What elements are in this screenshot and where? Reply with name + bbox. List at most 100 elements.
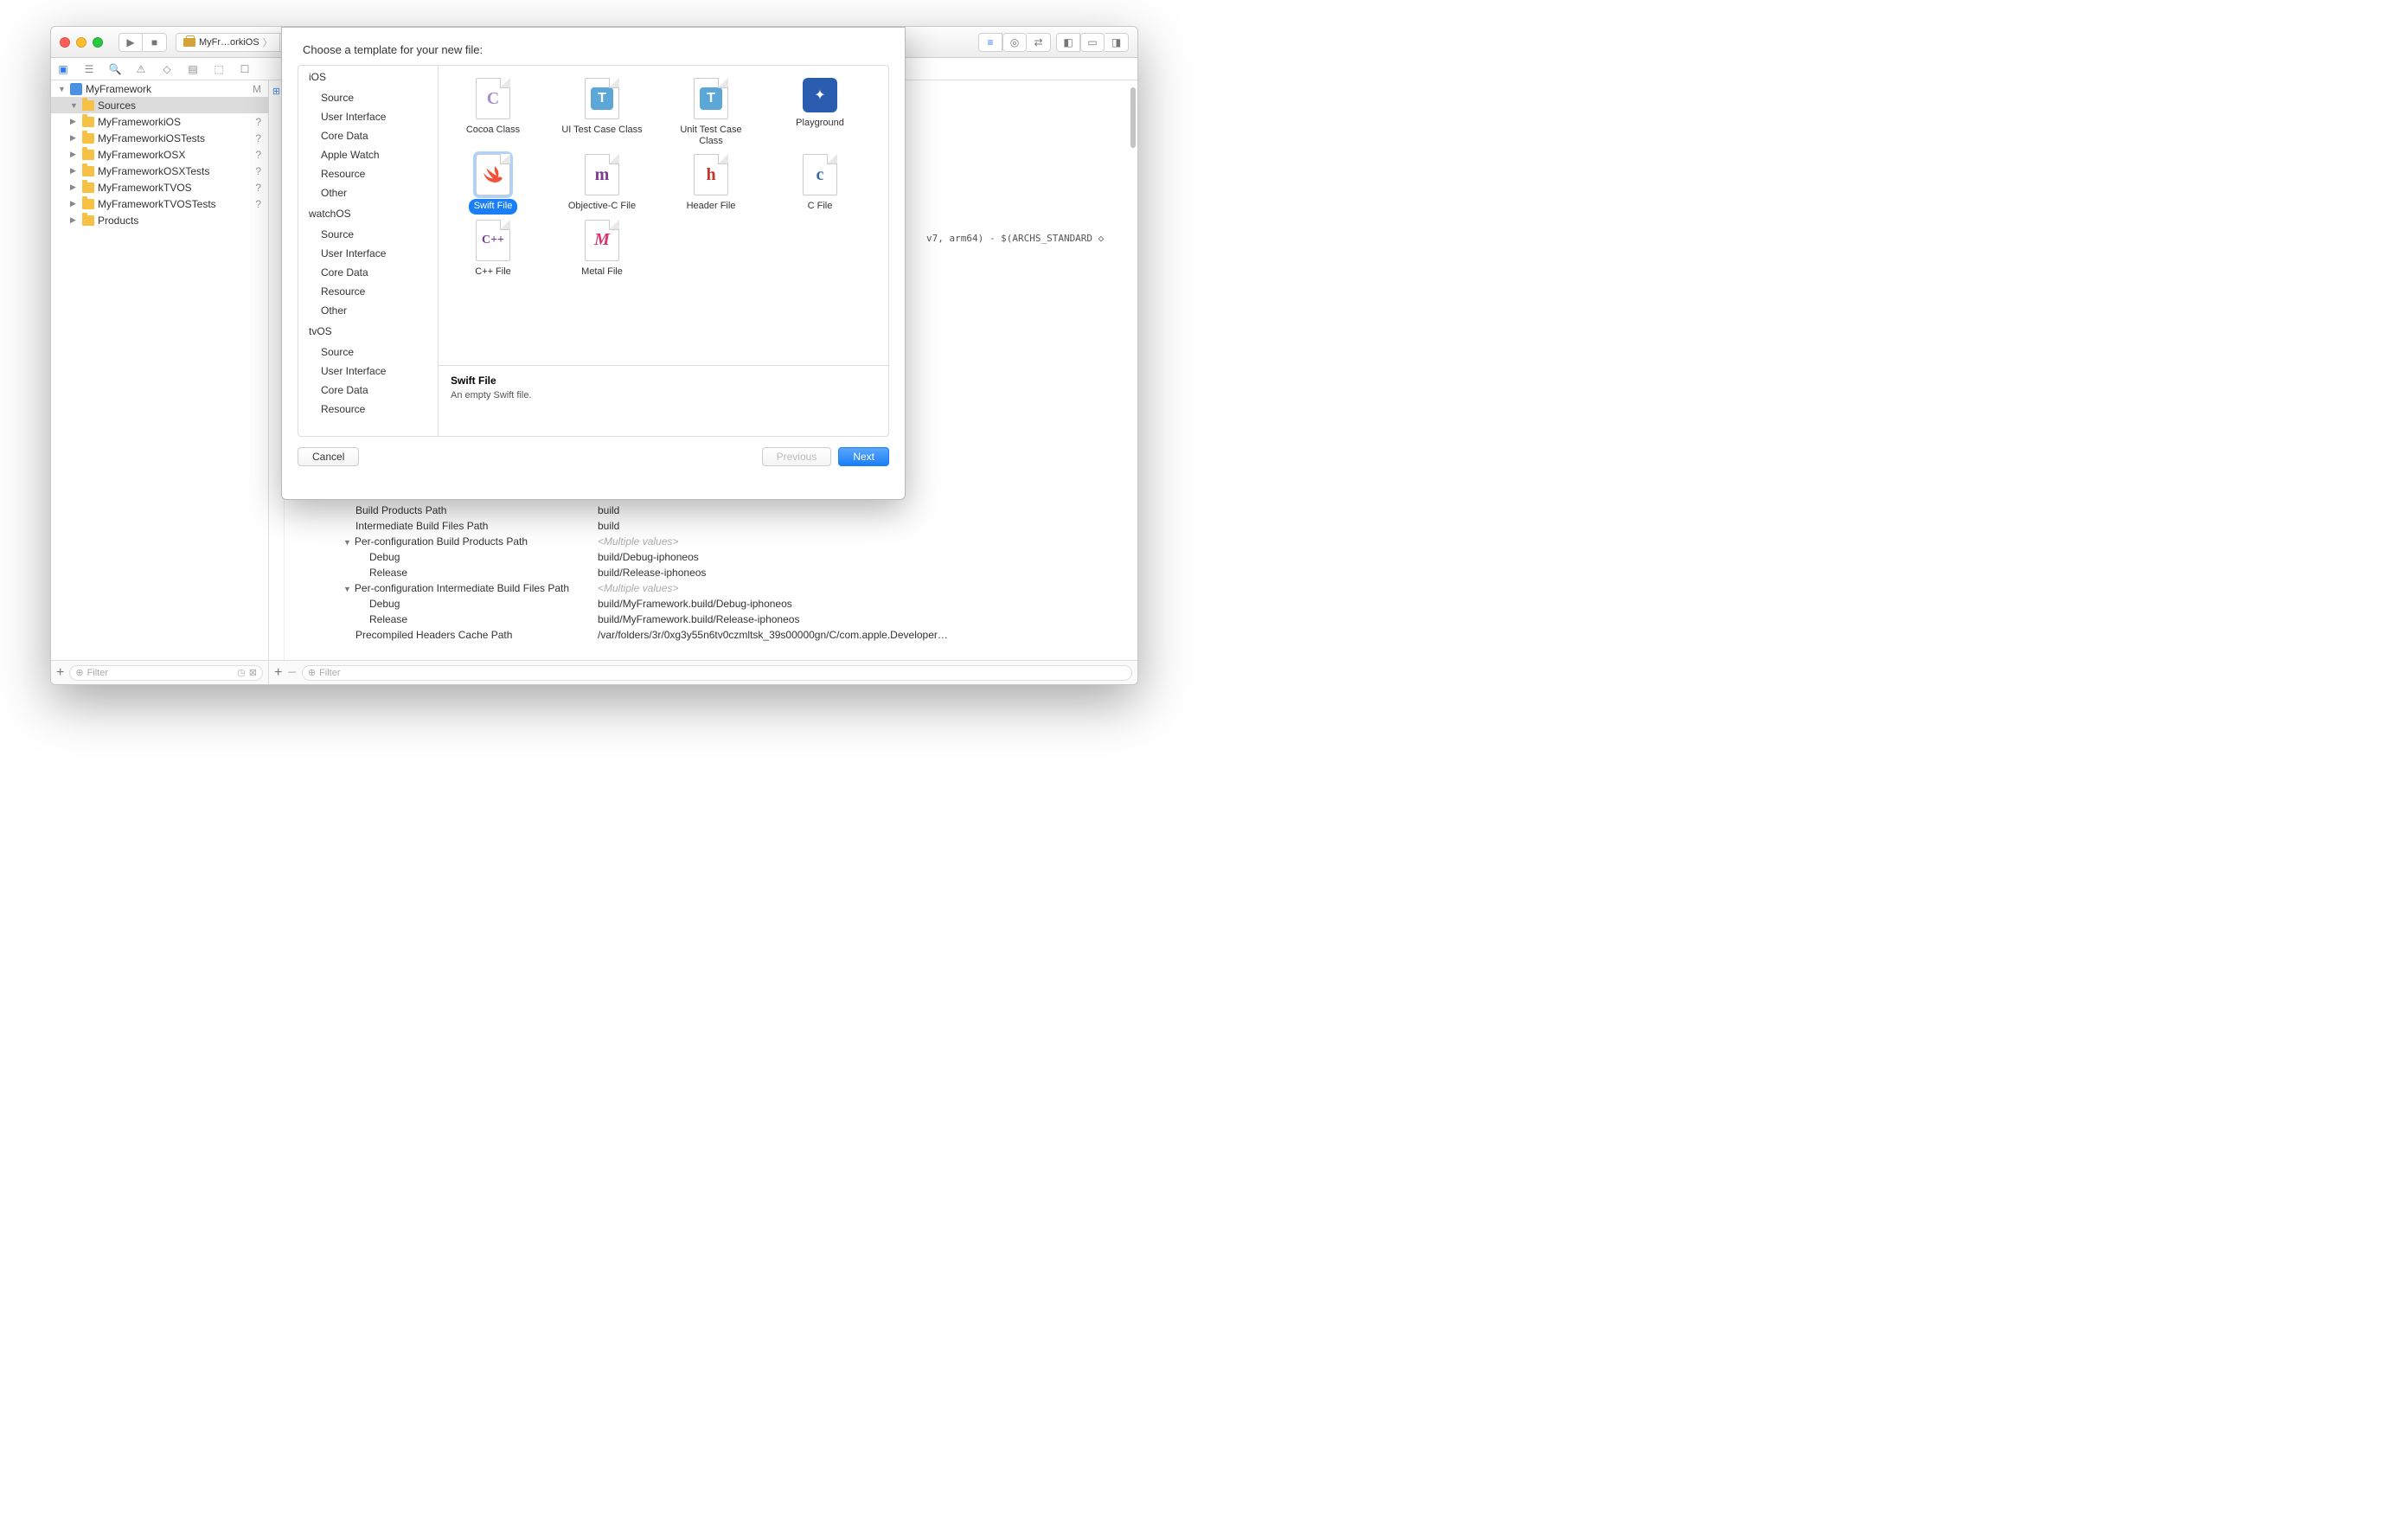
zoom-button[interactable]: [93, 37, 103, 48]
category-item[interactable]: User Interface: [298, 107, 438, 126]
build-setting-row[interactable]: ▼Per-configuration Build Products Path<M…: [304, 534, 1137, 549]
close-button[interactable]: [60, 37, 70, 48]
template-label: Swift File: [469, 199, 518, 214]
run-stop-group: ▶ ■: [118, 33, 167, 52]
template-label: Header File: [682, 199, 741, 214]
template-item[interactable]: cC File: [774, 154, 866, 214]
add-file-button[interactable]: +: [56, 665, 64, 681]
issue-navigator-icon[interactable]: ⚠: [134, 62, 148, 76]
tree-item[interactable]: ▶Products: [51, 212, 268, 228]
run-button[interactable]: ▶: [118, 33, 143, 52]
scrollbar[interactable]: [1130, 87, 1136, 148]
build-setting-row[interactable]: Releasebuild/MyFramework.build/Release-i…: [304, 612, 1137, 627]
folder-icon: [82, 199, 94, 209]
category-item[interactable]: Other: [298, 301, 438, 320]
find-navigator-icon[interactable]: 🔍: [108, 62, 122, 76]
category-header: watchOS: [298, 202, 438, 225]
file-icon: c: [803, 154, 837, 195]
clock-icon[interactable]: ◷: [237, 667, 246, 678]
category-item[interactable]: Core Data: [298, 263, 438, 282]
folder-icon: [82, 117, 94, 127]
tree-item[interactable]: ▶MyFrameworkTVOS?: [51, 179, 268, 195]
build-setting-row[interactable]: Releasebuild/Release-iphoneos: [304, 565, 1137, 580]
toggle-utilities-button[interactable]: ◨: [1105, 33, 1129, 52]
template-item[interactable]: Swift File: [447, 154, 539, 214]
file-icon: T: [585, 78, 619, 119]
category-item[interactable]: Resource: [298, 282, 438, 301]
template-item[interactable]: CCocoa Class: [447, 78, 539, 149]
previous-button[interactable]: Previous: [762, 447, 832, 466]
project-navigator-icon[interactable]: ▣: [56, 62, 70, 76]
toggle-navigator-button[interactable]: ◧: [1056, 33, 1080, 52]
jump-bar-icon[interactable]: ⊞: [272, 86, 280, 97]
template-label: UI Test Case Class: [556, 123, 647, 138]
tree-item[interactable]: ▶MyFrameworkiOSTests?: [51, 130, 268, 146]
archs-value[interactable]: v7, arm64) - $(ARCHS_STANDARD ◇: [926, 233, 1104, 244]
add-target-button[interactable]: +: [274, 665, 282, 681]
navigator-filter[interactable]: ⊕ Filter ◷ ⊠: [69, 665, 263, 681]
build-setting-row[interactable]: ▼Per-configuration Intermediate Build Fi…: [304, 580, 1137, 596]
folder-icon: [82, 100, 94, 111]
category-item[interactable]: User Interface: [298, 244, 438, 263]
filter-icon: ⊕: [308, 667, 316, 678]
category-header: iOS: [298, 66, 438, 88]
template-grid: CCocoa Class T UI Test Case Class T Unit Tes…: [439, 66, 888, 365]
tree-item[interactable]: ▶MyFrameworkOSXTests?: [51, 163, 268, 179]
tree-item[interactable]: ▶MyFrameworkOSX?: [51, 146, 268, 163]
template-item[interactable]: T UI Test Case Class: [556, 78, 648, 149]
template-label: Unit Test Case Class: [665, 123, 757, 149]
breakpoint-navigator-icon[interactable]: ⬚: [212, 62, 226, 76]
project-root[interactable]: ▼ MyFramework M: [51, 80, 268, 97]
template-item[interactable]: ✦Playground: [774, 78, 866, 149]
category-item[interactable]: Resource: [298, 164, 438, 183]
minimize-button[interactable]: [76, 37, 86, 48]
cancel-button[interactable]: Cancel: [298, 447, 359, 466]
category-item[interactable]: User Interface: [298, 362, 438, 381]
file-icon: m: [585, 154, 619, 195]
file-icon: h: [694, 154, 728, 195]
build-setting-row[interactable]: Debugbuild/MyFramework.build/Debug-iphon…: [304, 596, 1137, 612]
standard-editor-button[interactable]: ≡: [978, 33, 1002, 52]
version-editor-button[interactable]: ⇄: [1027, 33, 1051, 52]
build-setting-row[interactable]: Build Products Pathbuild: [304, 503, 1137, 518]
remove-target-button[interactable]: −: [287, 663, 297, 682]
toolbox-icon: [183, 38, 195, 47]
category-item[interactable]: Source: [298, 225, 438, 244]
tree-item[interactable]: ▶MyFrameworkiOS?: [51, 113, 268, 130]
category-item[interactable]: Source: [298, 343, 438, 362]
folder-icon: [82, 150, 94, 160]
tree-item[interactable]: ▼Sources: [51, 97, 268, 113]
debug-navigator-icon[interactable]: ▤: [186, 62, 200, 76]
category-item[interactable]: Resource: [298, 400, 438, 419]
scm-icon[interactable]: ⊠: [249, 667, 257, 678]
build-setting-row[interactable]: Precompiled Headers Cache Path/var/folde…: [304, 627, 1137, 643]
template-item[interactable]: m Objective-C File: [556, 154, 648, 214]
category-item[interactable]: Source: [298, 88, 438, 107]
symbol-navigator-icon[interactable]: ☰: [82, 62, 96, 76]
report-navigator-icon[interactable]: ☐: [238, 62, 252, 76]
editor-filter[interactable]: ⊕ Filter: [302, 665, 1132, 681]
template-label: Objective-C File: [563, 199, 641, 214]
next-button[interactable]: Next: [838, 447, 889, 466]
file-icon: T: [694, 78, 728, 119]
template-label: Cocoa Class: [461, 123, 525, 138]
toggle-debug-button[interactable]: ▭: [1080, 33, 1105, 52]
template-item[interactable]: h Header File: [665, 154, 757, 214]
category-item[interactable]: Other: [298, 183, 438, 202]
template-item[interactable]: MMetal File: [556, 220, 648, 279]
test-navigator-icon[interactable]: ◇: [160, 62, 174, 76]
category-item[interactable]: Core Data: [298, 381, 438, 400]
tree-item[interactable]: ▶MyFrameworkTVOSTests?: [51, 195, 268, 212]
build-setting-row[interactable]: Debugbuild/Debug-iphoneos: [304, 549, 1137, 565]
stop-button[interactable]: ■: [143, 33, 167, 52]
window-controls: [60, 37, 103, 48]
template-description: Swift File An empty Swift file.: [439, 365, 888, 436]
template-item[interactable]: C++C++ File: [447, 220, 539, 279]
build-setting-row[interactable]: Intermediate Build Files Pathbuild: [304, 518, 1137, 534]
category-item[interactable]: Core Data: [298, 126, 438, 145]
playground-icon: ✦: [803, 78, 837, 112]
file-icon: C++: [476, 220, 510, 261]
assistant-editor-button[interactable]: ◎: [1002, 33, 1027, 52]
category-item[interactable]: Apple Watch: [298, 145, 438, 164]
template-item[interactable]: T Unit Test Case Class: [665, 78, 757, 149]
